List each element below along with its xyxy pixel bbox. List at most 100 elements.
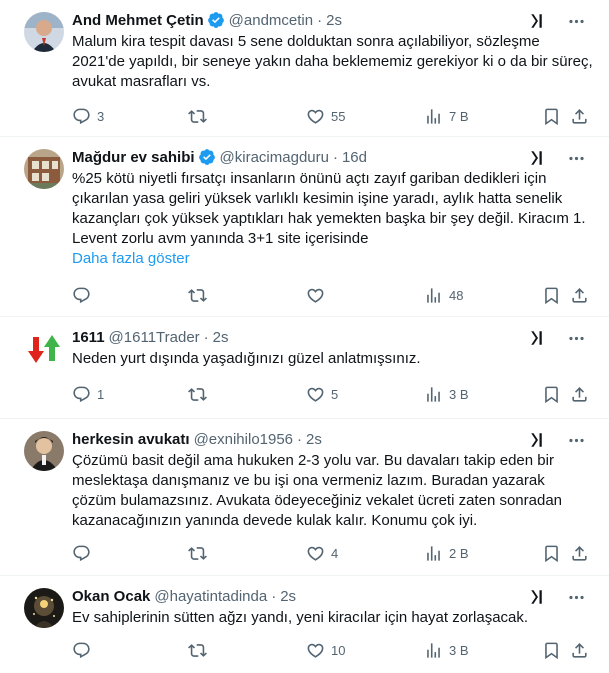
avatar[interactable] xyxy=(24,431,64,471)
tweet-time[interactable]: 2s xyxy=(280,588,296,605)
verified-icon xyxy=(198,148,216,166)
tweet[interactable]: 1611 @1611Trader · 2s Neden yurt dışında… xyxy=(0,317,609,419)
more-options-icon[interactable] xyxy=(565,586,587,608)
author-name[interactable]: Okan Ocak xyxy=(72,588,150,605)
like-button[interactable]: 10 xyxy=(306,641,345,660)
tweet-time[interactable]: 16d xyxy=(342,149,367,166)
like-count: 4 xyxy=(331,545,339,561)
like-button[interactable]: 5 xyxy=(306,385,338,404)
like-button[interactable]: 55 xyxy=(306,107,345,126)
tweet-header: 1611 @1611Trader · 2s xyxy=(72,327,593,347)
reply-icon xyxy=(73,108,90,124)
like-button[interactable]: 4 xyxy=(306,544,338,563)
separator-dot: · xyxy=(332,148,338,166)
more-options-icon[interactable] xyxy=(565,147,587,169)
views-button[interactable]: 3 B xyxy=(424,385,469,404)
avatar[interactable] xyxy=(24,329,64,369)
reply-icon xyxy=(73,545,90,561)
heart-icon xyxy=(307,288,324,303)
share-button[interactable] xyxy=(570,544,589,563)
tweet-actions: 48 xyxy=(72,285,593,305)
author-handle[interactable]: @andmcetin xyxy=(229,12,313,29)
tweet-time[interactable]: 2s xyxy=(213,329,229,346)
tweet-header: herkesin avukatı @exnihilo1956 · 2s xyxy=(72,429,593,449)
like-count: 55 xyxy=(331,108,346,124)
retweet-button[interactable] xyxy=(188,544,213,563)
tweet-time[interactable]: 2s xyxy=(326,12,342,29)
reply-button[interactable] xyxy=(72,286,97,305)
share-button[interactable] xyxy=(570,641,589,660)
tweet-text: Malum kira tespit davası 5 sene doldukta… xyxy=(72,33,593,90)
bookmark-button[interactable] xyxy=(542,641,561,660)
views-button[interactable]: 48 xyxy=(424,286,463,305)
reply-button[interactable]: 1 xyxy=(72,385,104,404)
grok-icon[interactable] xyxy=(529,588,547,606)
reply-button[interactable]: 3 xyxy=(72,107,104,126)
show-more-link[interactable]: Daha fazla göster xyxy=(72,249,593,269)
more-options-icon[interactable] xyxy=(565,327,587,349)
avatar[interactable] xyxy=(24,12,64,52)
like-count: 10 xyxy=(331,642,346,658)
bookmark-button[interactable] xyxy=(542,385,561,404)
views-button[interactable]: 3 B xyxy=(424,641,469,660)
retweet-button[interactable] xyxy=(188,641,213,660)
avatar[interactable] xyxy=(24,149,64,189)
retweet-button[interactable] xyxy=(188,286,213,305)
separator-dot: · xyxy=(317,11,323,29)
separator-dot: · xyxy=(203,328,209,346)
author-name[interactable]: Mağdur ev sahibi xyxy=(72,149,195,166)
reply-icon xyxy=(73,287,90,303)
tweet-header: Mağdur ev sahibi @kiracimagduru · 16d xyxy=(72,147,593,167)
views-button[interactable]: 7 B xyxy=(424,107,469,126)
retweet-button[interactable] xyxy=(188,385,213,404)
analytics-icon xyxy=(427,545,440,561)
author-name[interactable]: 1611 xyxy=(72,329,105,346)
grok-icon[interactable] xyxy=(529,329,547,347)
views-button[interactable]: 2 B xyxy=(424,544,469,563)
author-handle[interactable]: @kiracimagduru xyxy=(220,149,329,166)
reply-icon xyxy=(73,386,90,402)
heart-icon xyxy=(307,546,324,561)
tweet-header: Okan Ocak @hayatintadinda · 2s xyxy=(72,586,593,606)
author-handle[interactable]: @hayatintadinda xyxy=(154,588,267,605)
heart-icon xyxy=(307,387,324,402)
view-count: 7 B xyxy=(449,108,469,124)
like-button[interactable] xyxy=(306,286,331,305)
share-icon xyxy=(572,642,587,658)
reply-button[interactable] xyxy=(72,544,97,563)
tweet[interactable]: herkesin avukatı @exnihilo1956 · 2s Çözü… xyxy=(0,419,609,576)
retweet-icon xyxy=(188,288,207,302)
retweet-button[interactable] xyxy=(188,107,213,126)
tweet[interactable]: Okan Ocak @hayatintadinda · 2s Ev sahipl… xyxy=(0,576,609,673)
share-button[interactable] xyxy=(570,286,589,305)
retweet-icon xyxy=(188,643,207,657)
bookmark-button[interactable] xyxy=(542,544,561,563)
analytics-icon xyxy=(427,642,440,658)
grok-icon[interactable] xyxy=(529,149,547,167)
more-options-icon[interactable] xyxy=(565,429,587,451)
grok-icon[interactable] xyxy=(529,12,547,30)
author-name[interactable]: herkesin avukatı xyxy=(72,431,190,448)
author-handle[interactable]: @exnihilo1956 xyxy=(194,431,293,448)
avatar[interactable] xyxy=(24,588,64,628)
share-button[interactable] xyxy=(570,385,589,404)
tweet-feed: And Mehmet Çetin @andmcetin · 2s Malum k… xyxy=(0,0,609,673)
tweet-time[interactable]: 2s xyxy=(306,431,322,448)
bookmark-icon xyxy=(545,545,558,562)
bookmark-icon xyxy=(545,287,558,304)
more-options-icon[interactable] xyxy=(565,10,587,32)
view-count: 2 B xyxy=(449,545,469,561)
reply-icon xyxy=(73,642,90,658)
bookmark-button[interactable] xyxy=(542,107,561,126)
share-icon xyxy=(572,545,587,561)
reply-button[interactable] xyxy=(72,641,97,660)
author-handle[interactable]: @1611Trader xyxy=(109,329,200,346)
grok-icon[interactable] xyxy=(529,431,547,449)
tweet[interactable]: Mağdur ev sahibi @kiracimagduru · 16d %2… xyxy=(0,137,609,317)
share-button[interactable] xyxy=(570,107,589,126)
tweet-actions: 3 55 7 B xyxy=(72,106,593,126)
author-name[interactable]: And Mehmet Çetin xyxy=(72,12,204,29)
bookmark-button[interactable] xyxy=(542,286,561,305)
analytics-icon xyxy=(427,287,440,303)
tweet[interactable]: And Mehmet Çetin @andmcetin · 2s Malum k… xyxy=(0,0,609,137)
